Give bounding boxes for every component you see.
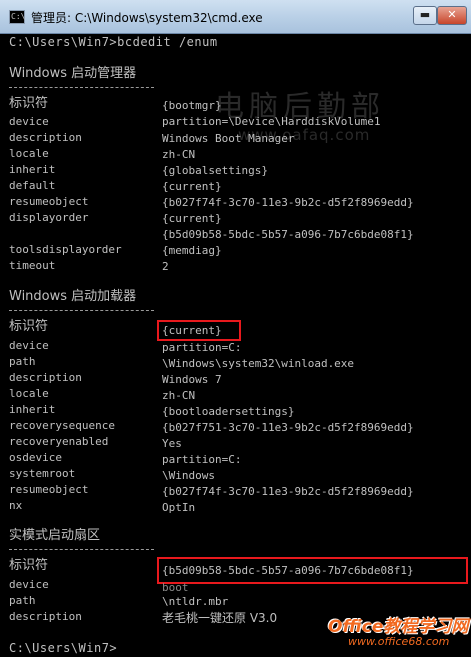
entry-value: Windows 7 bbox=[162, 373, 222, 386]
entry-value: {b027f751-3c70-11e3-9b2c-d5f2f8969edd} bbox=[162, 421, 414, 434]
entry-value: \ntldr.mbr bbox=[162, 595, 229, 608]
entry-key: description bbox=[9, 371, 82, 384]
entry-key: path bbox=[9, 355, 36, 368]
entry-value: partition=C: bbox=[162, 341, 242, 354]
section-heading: Windows 启动管理器 bbox=[9, 66, 137, 81]
command-line: C:\Users\Win7>bcdedit /enum bbox=[9, 35, 218, 49]
section-heading: Windows 启动加载器 bbox=[9, 289, 137, 304]
entry-key: description bbox=[9, 131, 82, 144]
entry-value: {bootloadersettings} bbox=[162, 405, 295, 418]
entry-key: description bbox=[9, 610, 82, 623]
entry-key: displayorder bbox=[9, 211, 89, 224]
entry-key: 标识符 bbox=[9, 319, 49, 334]
entry-value: partition=C: bbox=[162, 453, 242, 466]
entry-key: path bbox=[9, 594, 36, 607]
title-bar[interactable]: C:\ 管理员: C:\Windows\system32\cmd.exe ▬ ✕ bbox=[0, 0, 471, 34]
console-area[interactable]: 电脑后勤部 www.oafaq.com C:\Users\Win7>bcdedi… bbox=[0, 34, 471, 657]
entry-value: {b5d09b58-5bdc-5b57-a096-7b7c6bde08f1} bbox=[162, 228, 414, 241]
logo-text: Office教程学习网 bbox=[328, 617, 469, 637]
entry-key: recoveryenabled bbox=[9, 435, 109, 448]
divider bbox=[9, 310, 154, 312]
highlight-box bbox=[157, 320, 241, 341]
entry-value: zh-CN bbox=[162, 148, 196, 161]
entry-value: OptIn bbox=[162, 501, 196, 514]
entry-key: 标识符 bbox=[9, 558, 49, 573]
entry-key: resumeobject bbox=[9, 195, 89, 208]
divider bbox=[9, 549, 154, 551]
entry-value: Windows Boot Manager bbox=[162, 132, 295, 145]
entry-key: 标识符 bbox=[9, 96, 49, 111]
entry-value: \Windows\system32\winload.exe bbox=[162, 357, 355, 370]
entry-key: systemroot bbox=[9, 467, 76, 480]
close-button[interactable]: ✕ bbox=[437, 6, 467, 25]
entry-value: 2 bbox=[162, 260, 169, 273]
entry-key: nx bbox=[9, 499, 23, 512]
entry-key: resumeobject bbox=[9, 483, 89, 496]
entry-key: device bbox=[9, 115, 49, 128]
site-logo: Office教程学习网 www.office68.com bbox=[328, 612, 468, 654]
entry-key: locale bbox=[9, 147, 49, 160]
entry-key: toolsdisplayorder bbox=[9, 243, 122, 256]
entry-value: {globalsettings} bbox=[162, 164, 268, 177]
entry-key: osdevice bbox=[9, 451, 62, 464]
entry-value: {bootmgr} bbox=[162, 99, 222, 112]
entry-value: {memdiag} bbox=[162, 244, 222, 257]
entry-value: partition=\Device\HarddiskVolume1 bbox=[162, 115, 381, 128]
entry-key: default bbox=[9, 179, 56, 192]
entry-value: Yes bbox=[162, 437, 182, 450]
final-prompt: C:\Users\Win7> bbox=[9, 641, 118, 655]
entry-value: {current} bbox=[162, 180, 222, 193]
logo-url: www.office68.com bbox=[348, 635, 450, 648]
entry-key: device bbox=[9, 339, 49, 352]
entry-value: 老毛桃一键还原 V3.0 bbox=[162, 611, 278, 625]
entry-key: timeout bbox=[9, 259, 56, 272]
minimize-button[interactable]: ▬ bbox=[413, 6, 437, 25]
entry-key: recoverysequence bbox=[9, 419, 115, 432]
cmd-icon: C:\ bbox=[9, 10, 25, 24]
divider bbox=[9, 87, 154, 89]
entry-value: zh-CN bbox=[162, 389, 196, 402]
window-title: 管理员: C:\Windows\system32\cmd.exe bbox=[31, 11, 263, 25]
entry-value: {current} bbox=[162, 212, 222, 225]
entry-value: {b027f74f-3c70-11e3-9b2c-d5f2f8969edd} bbox=[162, 485, 414, 498]
section-heading: 实模式启动扇区 bbox=[9, 528, 101, 543]
entry-key: device bbox=[9, 578, 49, 591]
highlight-box bbox=[157, 557, 468, 584]
entry-key: inherit bbox=[9, 163, 56, 176]
entry-value: \Windows bbox=[162, 469, 215, 482]
entry-key: locale bbox=[9, 387, 49, 400]
entry-key: inherit bbox=[9, 403, 56, 416]
entry-value: {b027f74f-3c70-11e3-9b2c-d5f2f8969edd} bbox=[162, 196, 414, 209]
